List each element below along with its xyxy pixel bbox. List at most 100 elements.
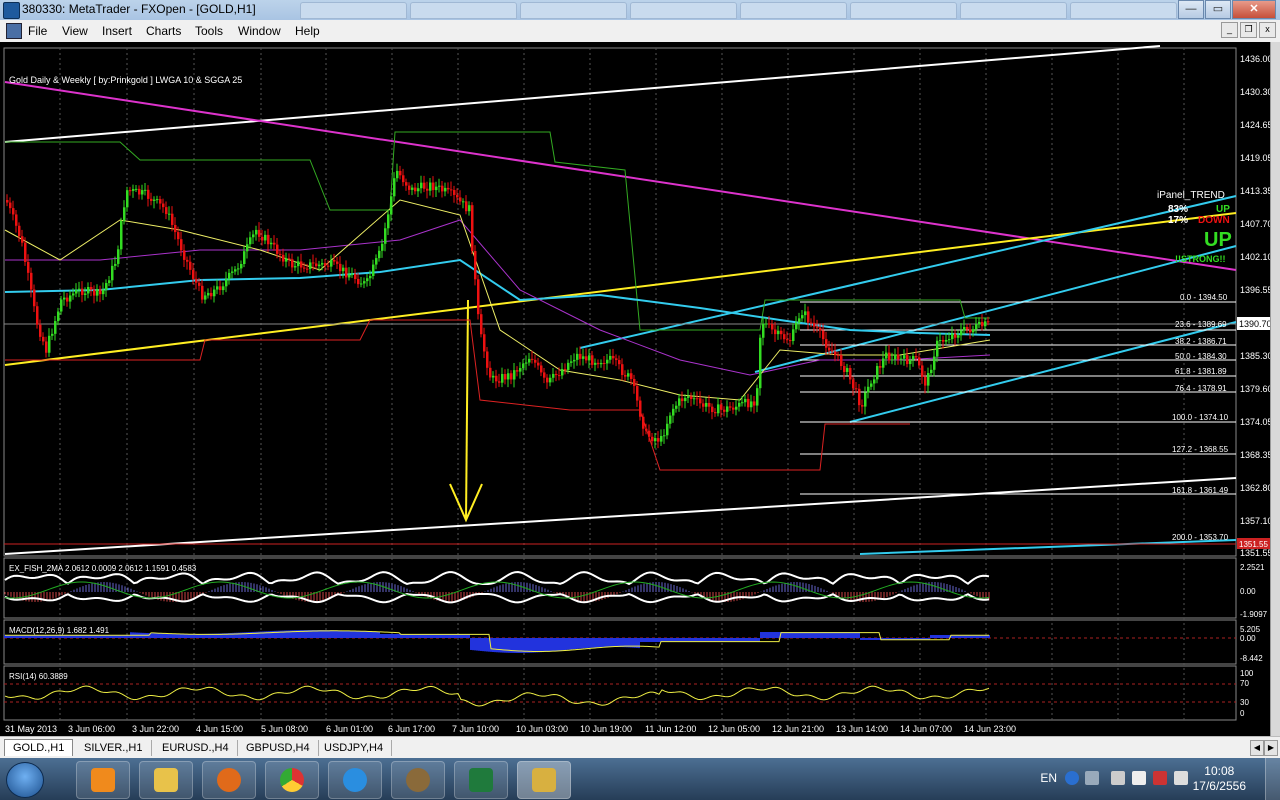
chart-minimize-button[interactable]: _ — [1221, 22, 1238, 38]
candle — [603, 362, 606, 364]
candle — [537, 362, 540, 366]
candle — [768, 323, 771, 325]
chart-vertical-scrollbar[interactable] — [1270, 42, 1280, 736]
metatrader-app-icon — [3, 2, 20, 19]
upper-white-trendline[interactable] — [4, 45, 1161, 143]
price-tick: 1379.60 — [1240, 384, 1270, 394]
candle — [246, 244, 249, 252]
network-icon[interactable] — [1153, 771, 1167, 785]
candle — [237, 268, 240, 270]
show-hidden-icons[interactable] — [1111, 771, 1125, 785]
start-button[interactable] — [6, 762, 44, 798]
close-button[interactable]: ✕ — [1232, 0, 1276, 19]
yellow-trendline[interactable] — [4, 212, 1237, 366]
menu-tools[interactable]: Tools — [195, 24, 223, 38]
yellow-down-arrow[interactable] — [449, 299, 483, 523]
candle — [717, 404, 720, 414]
candle — [333, 260, 336, 262]
minimize-button[interactable]: — — [1178, 0, 1204, 19]
time-tick: 7 Jun 10:00 — [452, 724, 499, 734]
candle — [228, 272, 231, 280]
tab-eurusd-h4[interactable]: EURUSD.,H4 — [154, 740, 238, 756]
menu-charts[interactable]: Charts — [146, 24, 181, 38]
candle — [540, 365, 543, 373]
candle — [207, 292, 210, 296]
candle — [120, 220, 123, 250]
tab-gold-h1[interactable]: GOLD.,H1 — [4, 739, 74, 756]
volume-icon[interactable] — [1174, 771, 1188, 785]
channel-middle-line[interactable] — [754, 245, 1237, 373]
candle — [96, 289, 99, 296]
macd-tick: -8.442 — [1240, 654, 1263, 663]
taskbar-clock[interactable]: 10:08 17/6/2556 — [1193, 764, 1246, 794]
candle — [804, 311, 807, 316]
time-tick: 13 Jun 14:00 — [836, 724, 888, 734]
action-center-icon[interactable] — [1132, 771, 1146, 785]
magenta-trendline[interactable] — [4, 81, 1237, 271]
price-chart-svg[interactable]: Gold Daily & Weekly [ by:Prinkgold ] LWG… — [0, 42, 1270, 736]
candle — [642, 416, 645, 429]
rsi-panel — [3, 665, 1237, 721]
menu-insert[interactable]: Insert — [102, 24, 132, 38]
candle — [546, 377, 549, 383]
candle — [300, 261, 303, 268]
language-indicator[interactable]: EN — [1040, 771, 1057, 785]
candlestick-series[interactable] — [6, 163, 990, 449]
candle — [24, 242, 27, 262]
chart-area[interactable]: Gold Daily & Weekly [ by:Prinkgold ] LWG… — [0, 42, 1280, 736]
candle — [480, 314, 483, 335]
candle — [384, 228, 387, 244]
taskbar-ie[interactable] — [328, 761, 382, 799]
chart-restore-button[interactable]: ❐ — [1240, 22, 1257, 38]
candle — [969, 329, 972, 333]
candle — [222, 286, 225, 291]
price-tick: 1436.00 — [1240, 54, 1270, 64]
maximize-button[interactable]: ▭ — [1205, 0, 1231, 19]
candle — [450, 189, 453, 191]
candle — [273, 242, 276, 245]
taskbar-app[interactable] — [391, 761, 445, 799]
candle — [354, 273, 357, 279]
candle — [138, 188, 141, 195]
show-desktop-button[interactable] — [1265, 758, 1280, 800]
rsi-tick: 0 — [1240, 709, 1245, 718]
candle — [369, 275, 372, 279]
taskbar-chrome[interactable] — [265, 761, 319, 799]
menu-file[interactable]: File — [28, 24, 47, 38]
menu-view[interactable]: View — [62, 24, 88, 38]
bottom-cyan-line[interactable] — [859, 539, 1237, 555]
candle — [795, 322, 798, 330]
tab-usdjpy-h4[interactable]: USDJPY,H4 — [316, 740, 393, 756]
candle — [696, 398, 699, 400]
taskbar-metatrader[interactable] — [517, 761, 571, 799]
candle — [240, 264, 243, 269]
candle — [123, 207, 126, 221]
candle — [72, 293, 75, 296]
tab-scroll-right-icon[interactable]: ▶ — [1264, 740, 1278, 756]
candle — [690, 396, 693, 399]
menu-help[interactable]: Help — [295, 24, 320, 38]
tab-scroll-left-icon[interactable]: ◀ — [1250, 740, 1264, 756]
ipanel-trend: iPanel_TREND 83% UP 17% DOWN UP !!STRONG… — [1157, 190, 1232, 264]
candle — [567, 362, 570, 371]
candle — [609, 355, 612, 360]
taskbar-excel[interactable] — [454, 761, 508, 799]
help-icon[interactable] — [1065, 771, 1079, 785]
ipanel-down-label: DOWN — [1198, 215, 1230, 226]
taskbar-firefox[interactable] — [202, 761, 256, 799]
candle — [432, 182, 435, 191]
chart-window-icon — [6, 23, 22, 39]
candle — [585, 356, 588, 361]
menu-window[interactable]: Window — [238, 24, 281, 38]
keyboard-icon[interactable] — [1085, 771, 1099, 785]
candle — [6, 200, 9, 203]
candle — [297, 261, 300, 267]
tab-gbpusd-h4[interactable]: GBPUSD,H4 — [238, 740, 319, 756]
taskbar-media-player[interactable] — [76, 761, 130, 799]
tab-silver-h1[interactable]: SILVER.,H1 — [76, 740, 152, 756]
chart-close-button[interactable]: x — [1259, 22, 1276, 38]
candle — [264, 234, 267, 241]
lower-white-trendline[interactable] — [4, 477, 1237, 555]
taskbar-explorer[interactable] — [139, 761, 193, 799]
candle — [495, 375, 498, 382]
